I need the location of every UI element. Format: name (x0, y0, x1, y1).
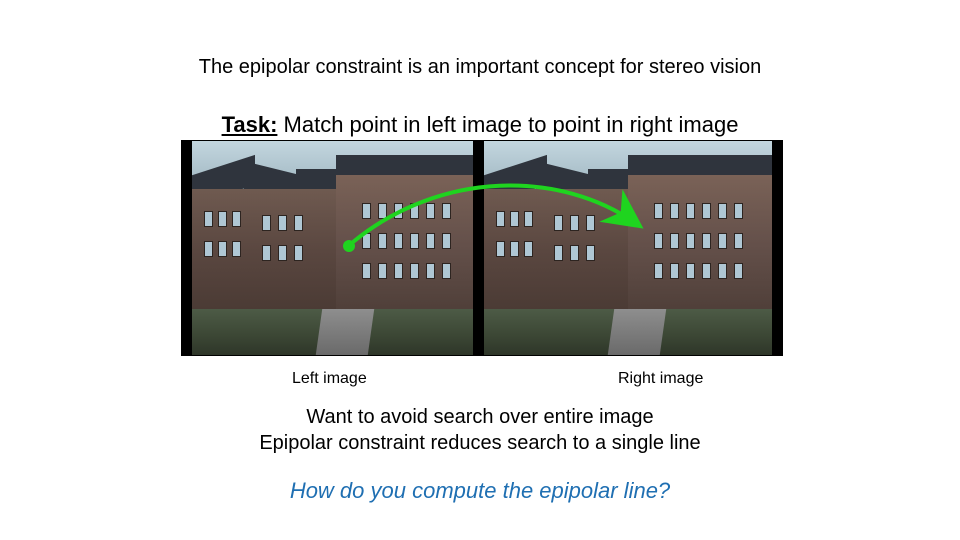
closing-question: How do you compute the epipolar line? (0, 478, 960, 504)
body-line-2: Epipolar constraint reduces search to a … (0, 432, 960, 455)
left-caption: Left image (292, 370, 367, 388)
task-label: Task: (222, 112, 278, 137)
right-image (473, 140, 783, 356)
image-pair (181, 140, 781, 354)
right-photo (484, 141, 772, 355)
slide-title: The epipolar constraint is an important … (0, 56, 960, 79)
task-text: Match point in left image to point in ri… (277, 112, 738, 137)
task-line: Task: Match point in left image to point… (0, 112, 960, 138)
slide: The epipolar constraint is an important … (0, 0, 960, 540)
left-image (181, 140, 491, 356)
right-caption: Right image (618, 370, 703, 388)
left-photo (192, 141, 480, 355)
body-line-1: Want to avoid search over entire image (0, 406, 960, 429)
